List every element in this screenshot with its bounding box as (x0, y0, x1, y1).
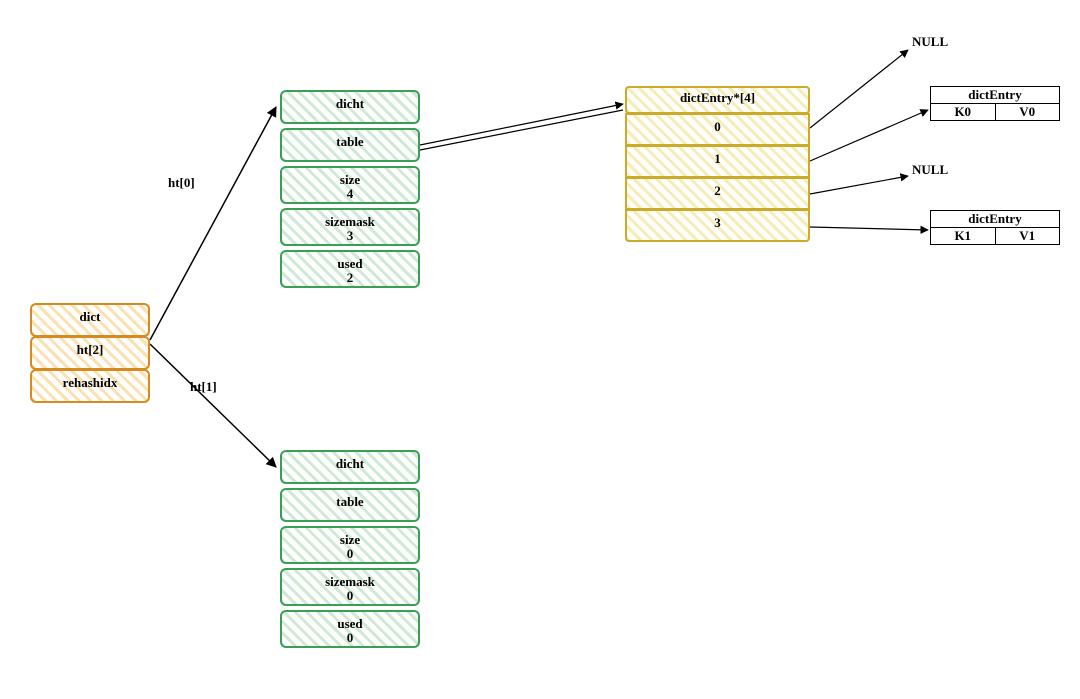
ht0-dicht-cell: dicht (280, 90, 420, 124)
dict-ht-label: ht[2] (32, 342, 148, 358)
ht0-table-cell: table (280, 128, 420, 162)
ht1-table-cell: table (280, 488, 420, 522)
bucket-slot-0-label: 0 (627, 119, 808, 135)
ht1-table: table (282, 494, 418, 510)
dict-entry-0: dictEntry K0 V0 (930, 86, 1060, 121)
ht0-size-value: 4 (282, 186, 418, 202)
bucket-slot-0: 0 (625, 113, 810, 146)
bucket-header: dictEntry*[4] (627, 90, 808, 106)
ht0-sizemask-cell: sizemask 3 (280, 208, 420, 246)
bucket-slot-1: 1 (625, 145, 810, 178)
connector-lines (0, 0, 1080, 699)
diagram-canvas: dict ht[2] rehashidx ht[0] ht[1] dicht t… (0, 0, 1080, 699)
ht1-sizemask-value: 0 (282, 588, 418, 604)
bucket-slot-3-label: 3 (627, 215, 808, 231)
dict-entry-1: dictEntry K1 V1 (930, 210, 1060, 245)
bucket-slot-3: 3 (625, 209, 810, 242)
ht0-used-cell: used 2 (280, 250, 420, 288)
edge-label-ht0: ht[0] (168, 175, 195, 191)
bucket-slot-1-label: 1 (627, 151, 808, 167)
ht0-sizemask-value: 3 (282, 228, 418, 244)
ht1-dicht: dicht (282, 456, 418, 472)
dict-ht-cell: ht[2] (30, 336, 150, 370)
dict-title: dict (32, 309, 148, 325)
dict-rehashidx-cell: rehashidx (30, 369, 150, 403)
ht1-dicht-cell: dicht (280, 450, 420, 484)
ht0-used-value: 2 (282, 270, 418, 286)
dict-entry-1-key: K1 (931, 228, 996, 244)
dict-entry-1-val: V1 (996, 228, 1060, 244)
bucket-slot-2: 2 (625, 177, 810, 210)
null-label-0: NULL (912, 34, 948, 50)
dict-rehashidx-label: rehashidx (32, 375, 148, 391)
dict-entry-0-key: K0 (931, 104, 996, 120)
ht1-size-cell: size 0 (280, 526, 420, 564)
ht1-sizemask-cell: sizemask 0 (280, 568, 420, 606)
ht1-size-value: 0 (282, 546, 418, 562)
ht1-used-cell: used 0 (280, 610, 420, 648)
edge-label-ht1: ht[1] (190, 379, 217, 395)
ht0-size-cell: size 4 (280, 166, 420, 204)
bucket-slot-2-label: 2 (627, 183, 808, 199)
dict-entry-1-title: dictEntry (931, 211, 1059, 228)
ht0-dicht: dicht (282, 96, 418, 112)
bucket-header-cell: dictEntry*[4] (625, 86, 810, 114)
dict-entry-0-val: V0 (996, 104, 1060, 120)
dict-title-cell: dict (30, 303, 150, 337)
dict-entry-0-title: dictEntry (931, 87, 1059, 104)
null-label-1: NULL (912, 162, 948, 178)
ht1-used-value: 0 (282, 630, 418, 646)
ht0-table: table (282, 134, 418, 150)
